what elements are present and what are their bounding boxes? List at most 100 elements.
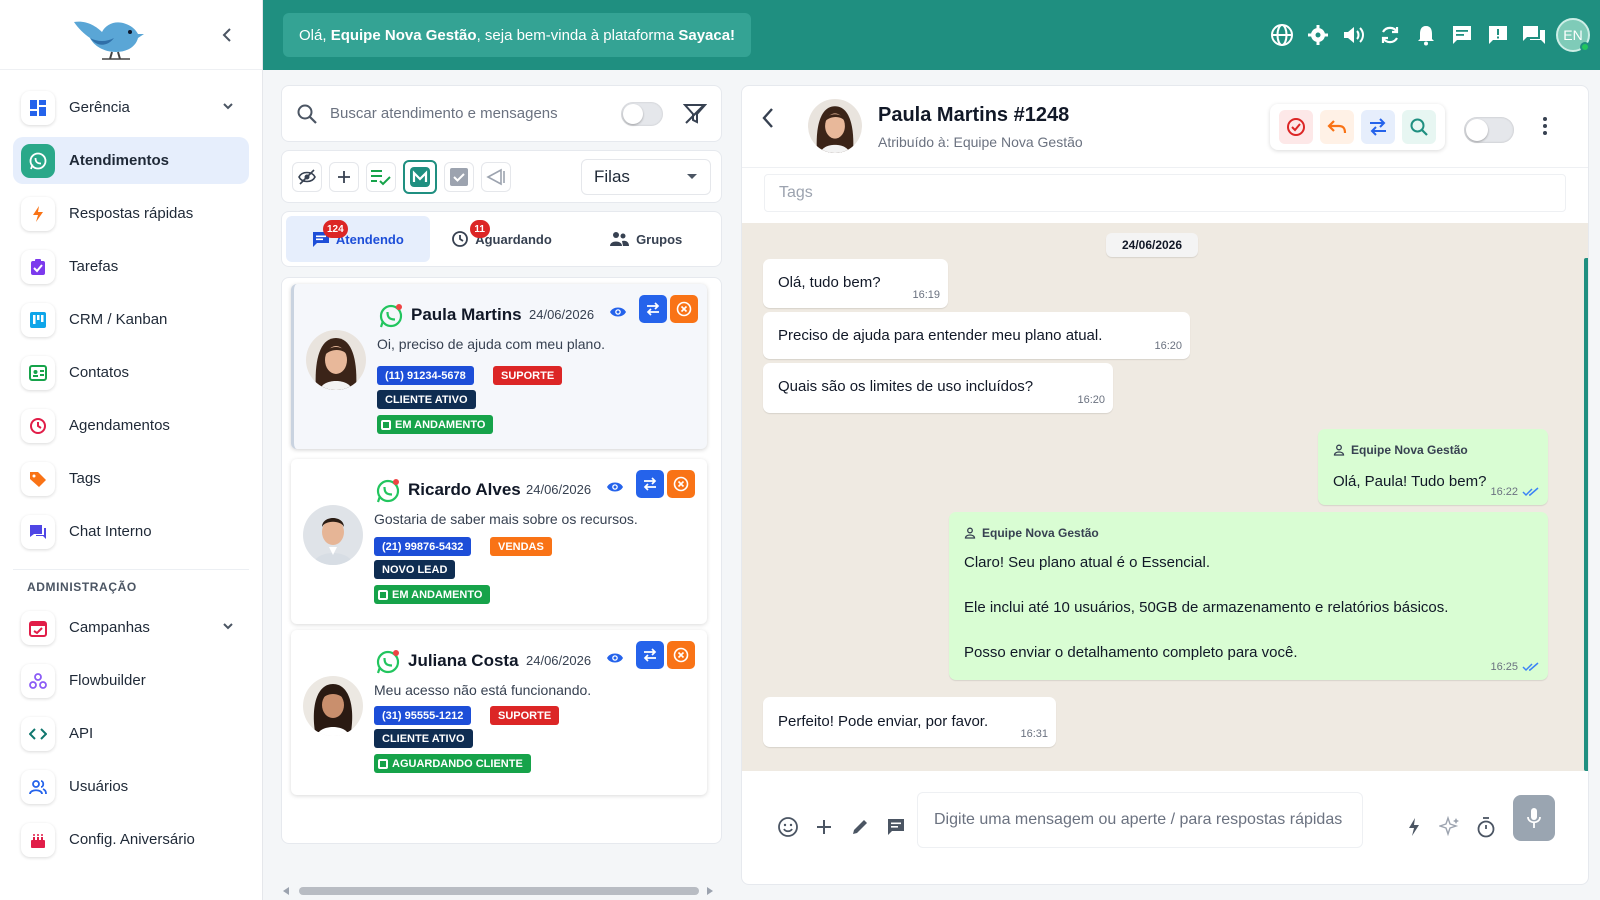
sidebar-item-flowbuilder[interactable]: Flowbuilder (13, 657, 249, 704)
horizontal-scrollbar[interactable] (281, 884, 722, 898)
sidebar-item-chat-interno[interactable]: Chat Interno (13, 508, 249, 555)
transfer-button[interactable] (639, 295, 667, 323)
globe-icon[interactable] (1264, 17, 1300, 53)
search-icon (1410, 118, 1428, 136)
contact-avatar (303, 505, 363, 565)
ticket-contact-name: Paula Martins (411, 305, 522, 324)
broadcast-button[interactable] (481, 161, 511, 192)
message-text: Perfeito! Pode enviar, por favor. (778, 713, 989, 730)
tab-aguardando[interactable]: 11 Aguardando (430, 216, 574, 262)
sidebar-item-agendamentos[interactable]: Agendamentos (13, 402, 249, 449)
chats-icon[interactable] (1516, 17, 1552, 53)
welcome-banner: Olá, Equipe Nova Gestão, seja bem-vinda … (283, 13, 752, 57)
queue-tag: SUPORTE (493, 366, 563, 385)
quick-replies-button[interactable] (1396, 809, 1432, 845)
calendar-icon (21, 610, 55, 645)
eye-icon[interactable] (609, 305, 627, 319)
message-icon[interactable] (1444, 17, 1480, 53)
emoji-button[interactable] (770, 809, 806, 845)
scroll-right-icon[interactable] (705, 886, 715, 896)
transfer-icon (643, 648, 657, 662)
sidebar-item-tarefas[interactable]: Tarefas (13, 243, 249, 290)
kanban-view-button[interactable] (403, 159, 437, 194)
scrollbar-thumb[interactable] (299, 887, 699, 895)
dashboard-icon (21, 90, 55, 125)
tab-grupos[interactable]: Grupos (573, 216, 717, 262)
eye-icon[interactable] (606, 480, 624, 494)
transfer-icon (646, 302, 660, 316)
ticket-item[interactable]: Paula Martins 24/06/2026 Oi, preciso de … (291, 284, 707, 449)
new-ticket-button[interactable] (329, 161, 359, 192)
hide-closed-button[interactable] (292, 161, 322, 192)
transfer-button[interactable] (1360, 110, 1395, 144)
queue-select[interactable]: Filas (581, 158, 711, 195)
more-vertical-icon[interactable] (1542, 116, 1548, 136)
record-audio-button[interactable] (1513, 795, 1555, 841)
status-tag: NOVO LEAD (374, 560, 456, 579)
sidebar-item-respostas-rapidas[interactable]: Respostas rápidas (13, 190, 249, 237)
sidebar-item-campanhas[interactable]: Campanhas (13, 604, 249, 651)
back-arrow-icon[interactable] (760, 106, 776, 130)
settings-icon[interactable] (1300, 17, 1336, 53)
bell-icon[interactable] (1408, 17, 1444, 53)
tab-atendendo[interactable]: 124 Atendendo (286, 216, 430, 262)
contact-avatar (306, 330, 366, 390)
clock-icon (21, 408, 55, 443)
chat-contact-name: Paula Martins #1248 (878, 104, 1070, 126)
message-time: 16:22 (1490, 486, 1518, 498)
conversation-scrollbar[interactable] (1584, 223, 1588, 771)
main-nav: Gerência Atendimentos Respostas rápidas … (0, 70, 262, 863)
volume-icon[interactable] (1336, 17, 1372, 53)
message-time: 16:19 (912, 289, 940, 301)
message-text: Preciso de ajuda para entender meu plano… (778, 327, 1103, 344)
user-avatar[interactable]: EN (1556, 18, 1590, 52)
date-divider: 24/06/2026 (1106, 233, 1198, 257)
search-toggle[interactable] (621, 101, 663, 126)
transfer-button[interactable] (636, 641, 664, 669)
checklist-button[interactable] (366, 161, 396, 192)
ticket-item[interactable]: Ricardo Alves 24/06/2026 Gostaria de sab… (291, 459, 707, 624)
sidebar-item-atendimentos[interactable]: Atendimentos (13, 137, 249, 184)
signature-button[interactable] (842, 809, 878, 845)
sidebar-collapse-button[interactable] (216, 24, 238, 46)
sidebar-item-crm-kanban[interactable]: CRM / Kanban (13, 296, 249, 343)
close-ticket-button[interactable] (667, 641, 695, 669)
lightning-icon (21, 196, 55, 231)
schedule-button[interactable] (1468, 809, 1504, 845)
message-sender-name: Equipe Nova Gestão (1351, 443, 1468, 457)
transfer-button[interactable] (636, 470, 664, 498)
close-ticket-button[interactable] (667, 470, 695, 498)
sidebar-item-api[interactable]: API (13, 710, 249, 757)
kanban-icon (410, 166, 430, 187)
close-ticket-button[interactable] (670, 295, 698, 323)
resolve-button[interactable] (1279, 110, 1314, 144)
sidebar-item-contatos[interactable]: Contatos (13, 349, 249, 396)
return-button[interactable] (1320, 110, 1355, 144)
search-messages-button[interactable] (1401, 110, 1436, 144)
scrollbar-thumb[interactable] (1584, 258, 1588, 771)
ai-button[interactable] (1432, 809, 1468, 845)
sidebar-item-gerencia[interactable]: Gerência (13, 84, 249, 131)
tags-input[interactable]: Tags (764, 174, 1566, 212)
sidebar-item-usuarios[interactable]: Usuários (13, 763, 249, 810)
attach-button[interactable] (806, 809, 842, 845)
filter-off-icon[interactable] (683, 103, 707, 125)
alert-message-icon[interactable] (1480, 17, 1516, 53)
scroll-left-icon[interactable] (281, 886, 291, 896)
select-all-button[interactable] (444, 161, 474, 192)
eye-icon[interactable] (606, 651, 624, 665)
refresh-icon[interactable] (1372, 17, 1408, 53)
user-icon (1333, 444, 1345, 456)
online-status-dot (1580, 42, 1590, 52)
quick-message-button[interactable] (878, 809, 914, 845)
close-circle-icon (673, 647, 689, 663)
state-tag-label: EM ANDAMENTO (395, 418, 486, 431)
chat-toggle[interactable] (1464, 117, 1514, 143)
message-input[interactable]: Digite uma mensagem ou aperte / para res… (917, 792, 1363, 848)
sidebar-item-config-aniversario[interactable]: Config. Aniversário (13, 816, 249, 863)
ticket-date: 24/06/2026 (529, 307, 595, 322)
composer-right-tools (1396, 809, 1504, 845)
search-input[interactable]: Buscar atendimento e mensagens (330, 105, 621, 122)
ticket-item[interactable]: Juliana Costa 24/06/2026 Meu acesso não … (291, 630, 707, 795)
sidebar-item-tags[interactable]: Tags (13, 455, 249, 502)
